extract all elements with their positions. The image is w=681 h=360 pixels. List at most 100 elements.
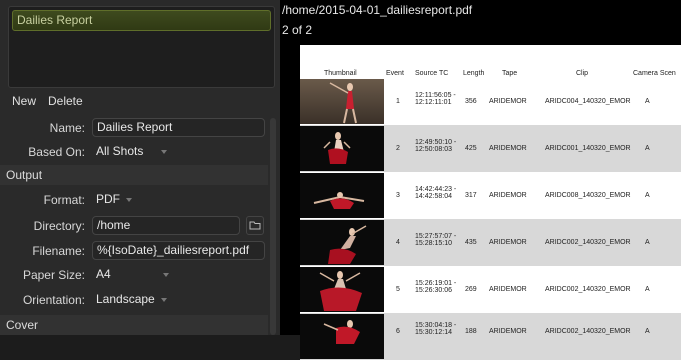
based-on-select[interactable]: All Shots [92,142,168,161]
format-value: PDF [96,192,120,206]
table-row: 1 12:11:56:05 - 12:12:11:01 356 ARIDEMOR… [300,78,681,125]
source-tc-out: 14:42:58:04 [415,193,452,200]
table-row: 4 15:27:57:07 - 15:28:15:10 435 ARIDEMOR… [300,219,681,266]
source-tc-in: 15:26:19:01 - [415,280,457,287]
dancer-thumbnail-image [313,192,365,209]
table-row: 6 15:30:04:18 - 15:30:12:14 188 ARIDEMOR… [300,313,681,360]
pdf-preview: /home/2015-04-01_dailiesreport.pdf 2 of … [280,0,681,360]
orientation-select[interactable]: Landscape [92,290,167,309]
paper-size-row: Paper Size: A4 [0,265,275,285]
clip-cell: ARIDC004_140320_EMOR [545,98,631,105]
event-cell: 2 [396,145,400,152]
format-label: Format: [43,193,85,207]
orientation-value: Landscape [96,292,155,306]
delete-button[interactable]: Delete [44,92,87,110]
length-cell: 317 [465,192,477,199]
format-select[interactable]: PDF [92,190,132,209]
chevron-down-icon [162,272,169,277]
source-tc-out: 15:28:15:10 [415,240,452,247]
tape-cell: ARIDEMOR [489,145,527,152]
clip-thumbnail [300,173,384,218]
dancer-thumbnail-image [323,320,360,344]
length-cell: 435 [465,239,477,246]
directory-field[interactable]: /home [92,216,240,235]
orientation-row: Orientation: Landscape [0,290,275,310]
dancer-thumbnail-image [319,271,362,311]
table-row: 5 15:26:19:01 - 15:26:30:06 269 ARIDEMOR… [300,266,681,313]
camera-cell: A [645,286,650,293]
clip-thumbnail [300,126,384,171]
source-tc-in: 12:11:56:05 - [415,92,456,99]
column-header-source-tc: Source TC [415,70,449,77]
clip-thumbnail [300,314,384,359]
tape-cell: ARIDEMOR [489,98,527,105]
paper-size-value: A4 [96,267,111,281]
filename-label: Filename: [32,244,85,258]
camera-cell: A [645,145,650,152]
tape-cell: ARIDEMOR [489,286,527,293]
length-cell: 188 [465,328,477,335]
name-row: Name: Dailies Report [0,118,275,138]
source-tc-in: 15:27:57:07 - [415,233,457,240]
source-tc-out: 15:26:30:06 [415,287,452,294]
camera-cell: A [645,239,650,246]
paper-size-label: Paper Size: [22,268,85,282]
source-tc-out: 12:12:11:01 [415,99,452,106]
name-label: Name: [49,121,85,135]
report-list-item[interactable]: Dailies Report [12,10,271,31]
clip-cell: ARIDC002_140320_EMOR [545,328,631,335]
length-cell: 356 [465,98,477,105]
preview-path: /home/2015-04-01_dailiesreport.pdf [282,3,473,17]
source-tc-in: 15:30:04:18 - [415,322,457,329]
clip-cell: ARIDC008_140320_EMOR [545,192,631,199]
event-cell: 5 [396,286,400,293]
table-row: 2 12:49:50:10 - 12:50:08:03 425 ARIDEMOR… [300,125,681,172]
paper-size-select[interactable]: A4 [92,265,169,284]
event-cell: 4 [396,239,400,246]
name-field[interactable]: Dailies Report [92,118,265,137]
format-row: Format: PDF [0,190,275,210]
chevron-down-icon [160,297,167,302]
dancer-thumbnail-image [329,82,357,124]
dancer-thumbnail-image [323,132,351,164]
column-header-event: Event [386,70,404,77]
camera-cell: A [645,328,650,335]
dancer-thumbnail-image [328,225,367,264]
tape-cell: ARIDEMOR [489,192,527,199]
event-cell: 3 [396,192,400,199]
filename-field[interactable]: %{IsoDate}_dailiesreport.pdf [92,241,265,260]
new-button[interactable]: New [8,92,40,110]
based-on-row: Based On: All Shots [0,142,275,162]
output-section-header[interactable]: Output [0,165,268,185]
column-header-length: Length [463,70,485,77]
report-settings-panel: Dailies Report New Delete Name: Dailies … [0,0,280,335]
column-header-camera-scene: Camera Scen [633,70,676,77]
column-header-clip: Clip [576,70,589,77]
length-cell: 425 [465,145,477,152]
camera-cell: A [645,98,650,105]
page-indicator: 2 of 2 [282,23,313,37]
filename-row: Filename: %{IsoDate}_dailiesreport.pdf [0,241,275,261]
based-on-value: All Shots [96,144,144,158]
settings-scrollbar[interactable] [270,118,276,335]
event-cell: 6 [396,328,400,335]
column-header-tape: Tape [502,70,518,77]
browse-folder-button[interactable] [246,216,264,235]
report-list[interactable]: Dailies Report [8,6,275,88]
directory-label: Directory: [33,219,85,233]
directory-row: Directory: /home [0,216,275,236]
cover-section-header[interactable]: Cover [0,315,268,335]
chevron-down-icon [161,149,168,154]
table-row: 3 14:42:44:23 - 14:42:58:04 317 ARIDEMOR… [300,172,681,219]
folder-icon [249,221,261,230]
tape-cell: ARIDEMOR [489,328,527,335]
report-page[interactable]: Thumbnail Event Source TC Length Tape Cl… [300,45,681,360]
camera-cell: A [645,192,650,199]
orientation-label: Orientation: [22,293,85,307]
clip-thumbnail [300,79,384,124]
based-on-label: Based On: [28,145,85,159]
clip-thumbnail [300,220,384,265]
source-tc-out: 12:50:08:03 [415,146,452,153]
length-cell: 269 [465,286,477,293]
clip-cell: ARIDC002_140320_EMOR [545,239,631,246]
